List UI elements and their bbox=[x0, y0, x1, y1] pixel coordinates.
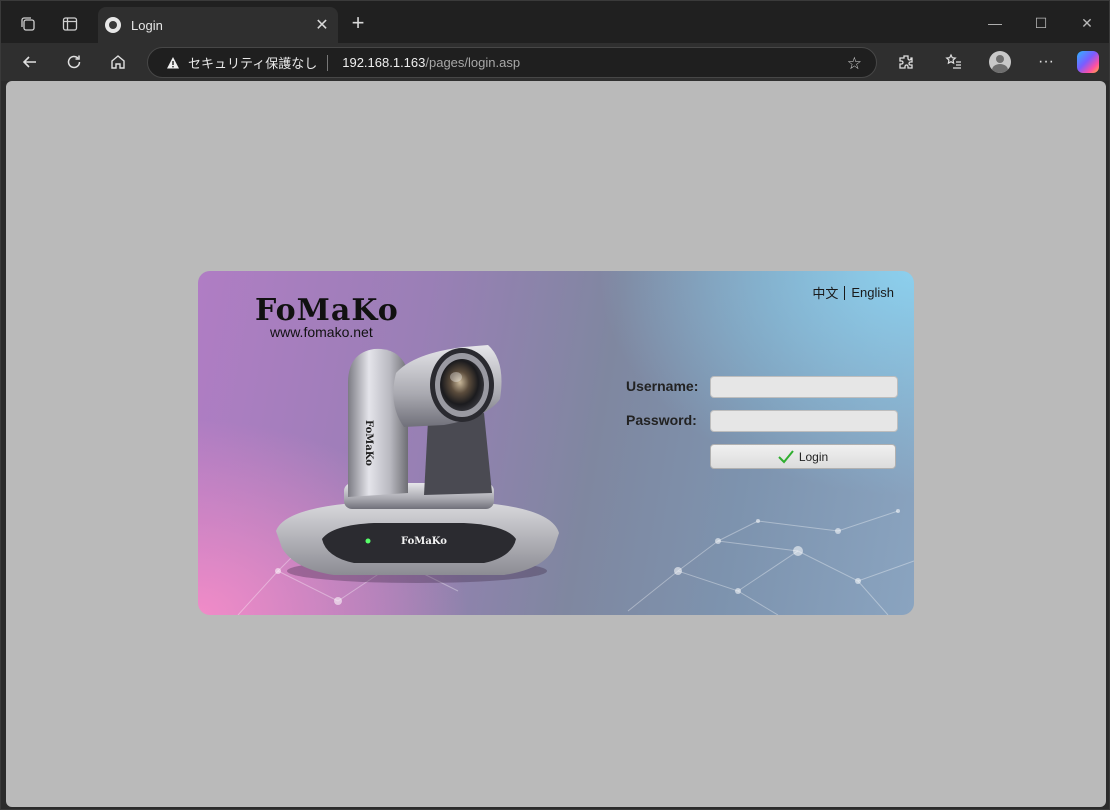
camera-brand-label: FoMaKo bbox=[401, 536, 447, 547]
address-bar[interactable]: セキュリティ保護なし 192.168.1.163/pages/login.asp… bbox=[147, 47, 877, 78]
copilot-icon[interactable] bbox=[1073, 48, 1103, 76]
username-input[interactable] bbox=[710, 376, 898, 398]
workspaces-icon[interactable] bbox=[15, 11, 41, 37]
password-input[interactable] bbox=[710, 410, 898, 432]
ptz-camera-illustration: FoMaKo FoMaKo bbox=[276, 345, 559, 583]
new-tab-button[interactable]: + bbox=[345, 11, 371, 37]
login-button[interactable]: Login bbox=[710, 444, 896, 469]
close-tab-icon[interactable]: ✕ bbox=[310, 15, 334, 35]
url-path: /pages/login.asp bbox=[425, 55, 521, 70]
address-separator bbox=[327, 54, 329, 71]
security-label[interactable]: セキュリティ保護なし bbox=[188, 53, 317, 72]
login-panel: 中文 English FoMaKo www.fomako.net FoMaKo … bbox=[198, 271, 914, 615]
lang-chinese-link[interactable]: 中文 bbox=[812, 283, 838, 302]
browser-toolbar: セキュリティ保護なし 192.168.1.163/pages/login.asp… bbox=[1, 43, 1109, 81]
close-window-button[interactable]: ✕ bbox=[1067, 9, 1107, 37]
tab-strip: Login ✕ + — ☐ ✕ bbox=[1, 1, 1109, 45]
refresh-button[interactable] bbox=[59, 48, 89, 76]
tab-actions-icon[interactable] bbox=[57, 11, 83, 37]
copilot-logo bbox=[1077, 51, 1099, 73]
profile-avatar[interactable] bbox=[985, 48, 1015, 76]
extensions-icon[interactable] bbox=[891, 48, 921, 76]
camera-favicon-icon bbox=[105, 17, 121, 33]
avatar-icon bbox=[989, 51, 1011, 73]
favorite-star-icon[interactable]: ☆ bbox=[847, 54, 862, 74]
lang-divider bbox=[844, 285, 846, 300]
minimize-button[interactable]: — bbox=[975, 9, 1015, 37]
language-switcher: 中文 English bbox=[812, 283, 894, 302]
more-menu-icon[interactable]: ··· bbox=[1031, 48, 1061, 76]
login-button-label: Login bbox=[798, 449, 829, 464]
back-button[interactable] bbox=[15, 48, 45, 76]
svg-text:FoMaKo: FoMaKo bbox=[363, 420, 374, 466]
favorites-icon[interactable] bbox=[939, 48, 969, 76]
maximize-button[interactable]: ☐ bbox=[1021, 9, 1061, 37]
password-label: Password: bbox=[626, 412, 697, 428]
website-text: www.fomako.net bbox=[270, 324, 373, 340]
brand-logo: FoMaKo bbox=[255, 293, 399, 328]
url-host: 192.168.1.163 bbox=[342, 55, 426, 70]
tab-login[interactable]: Login ✕ bbox=[98, 7, 338, 43]
browser-window: Login ✕ + — ☐ ✕ セキュリティ保護なし 192.168.1.163… bbox=[0, 0, 1110, 810]
checkmark-icon bbox=[778, 449, 794, 463]
page-viewport: 中文 English FoMaKo www.fomako.net FoMaKo … bbox=[6, 81, 1106, 807]
home-button[interactable] bbox=[103, 48, 133, 76]
username-label: Username: bbox=[626, 378, 699, 394]
url-text[interactable]: 192.168.1.163/pages/login.asp bbox=[342, 55, 520, 70]
warning-icon[interactable] bbox=[166, 56, 180, 70]
lang-english-link[interactable]: English bbox=[851, 285, 894, 300]
tab-title: Login bbox=[131, 17, 163, 33]
